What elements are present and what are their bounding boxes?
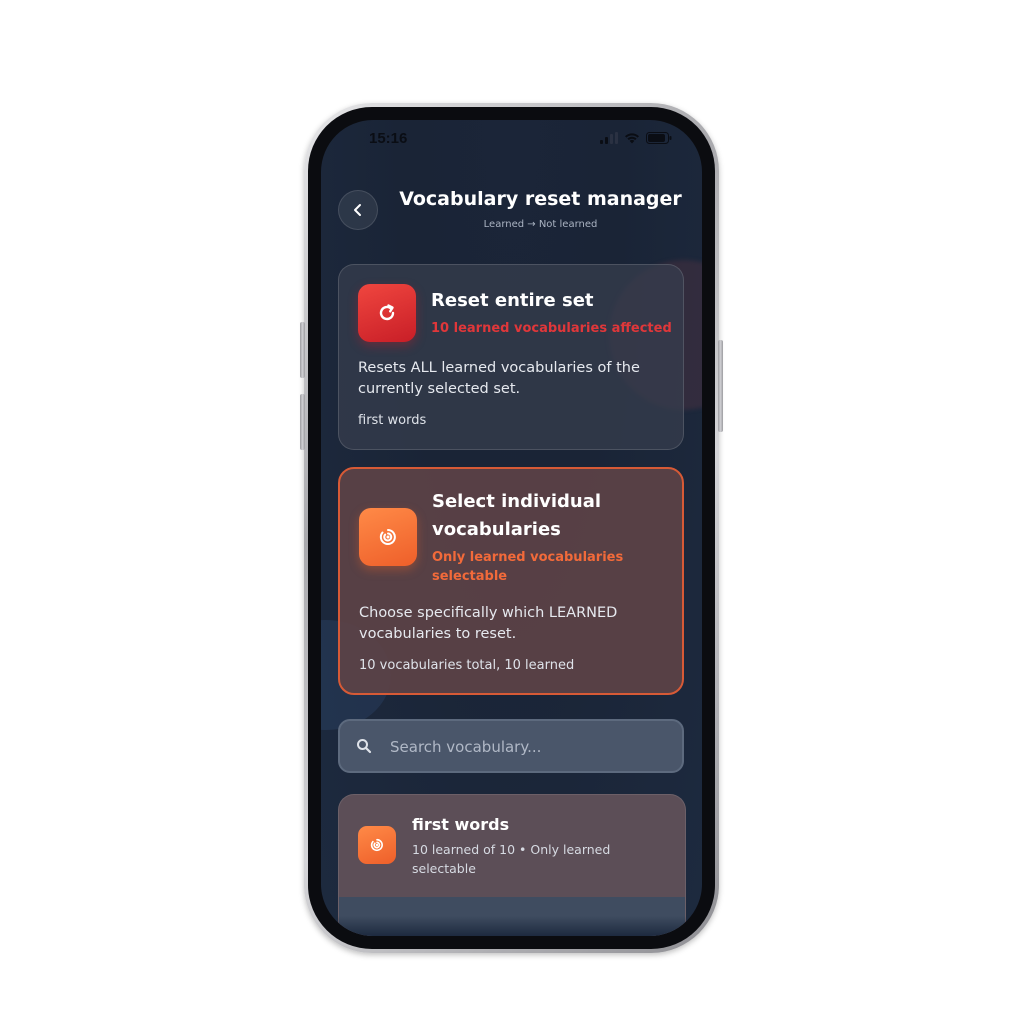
reset-card-tag: 10 learned vocabularies affected <box>431 321 672 336</box>
reset-icon-tile <box>358 284 416 342</box>
app-screen: 15:16 Vocabulary reset manager Learned →… <box>321 120 702 936</box>
reset-card-set-name: first words <box>358 413 427 428</box>
select-card-description: Choose specifically which LEARNED vocabu… <box>359 605 618 642</box>
search-icon <box>357 739 372 754</box>
chevron-left-icon <box>354 204 361 216</box>
reset-card-title: Reset entire set <box>431 290 594 311</box>
select-individual-card[interactable]: Select individual vocabularies Only lear… <box>338 467 684 695</box>
select-card-title: Select individual vocabularies <box>432 491 602 540</box>
target-icon <box>370 838 383 852</box>
set-icon-tile <box>358 826 396 864</box>
select-card-tag: Only learned vocabularies selectable <box>432 550 624 584</box>
set-title: first words <box>412 815 510 834</box>
set-subtitle: 10 learned of 10 • Only learned selectab… <box>412 842 611 876</box>
refresh-icon <box>379 304 395 321</box>
select-card-count: 10 vocabularies total, 10 learned <box>359 658 575 673</box>
target-icon <box>379 529 396 545</box>
select-icon-tile <box>359 508 417 566</box>
back-button[interactable] <box>338 190 378 230</box>
page-title: Vocabulary reset manager <box>399 188 682 210</box>
bottom-fade <box>321 916 702 936</box>
status-bar: 15:16 <box>321 120 702 160</box>
reset-entire-set-card[interactable]: Reset entire set 10 learned vocabularies… <box>338 264 684 450</box>
search-input[interactable] <box>388 735 672 759</box>
reset-card-description: Resets ALL learned vocabularies of the c… <box>358 360 640 397</box>
page-subtitle: Learned → Not learned <box>483 219 598 230</box>
status-time: 15:16 <box>369 130 408 147</box>
battery-icon <box>646 132 672 144</box>
volume-button <box>300 394 305 450</box>
action-button <box>300 322 305 378</box>
wifi-icon <box>625 133 639 144</box>
signal-icon <box>600 132 618 144</box>
power-button <box>718 340 723 432</box>
status-icons <box>600 132 672 144</box>
search-bar[interactable] <box>338 719 684 773</box>
list-item[interactable]: first words 10 learned of 10 • Only lear… <box>338 794 686 936</box>
